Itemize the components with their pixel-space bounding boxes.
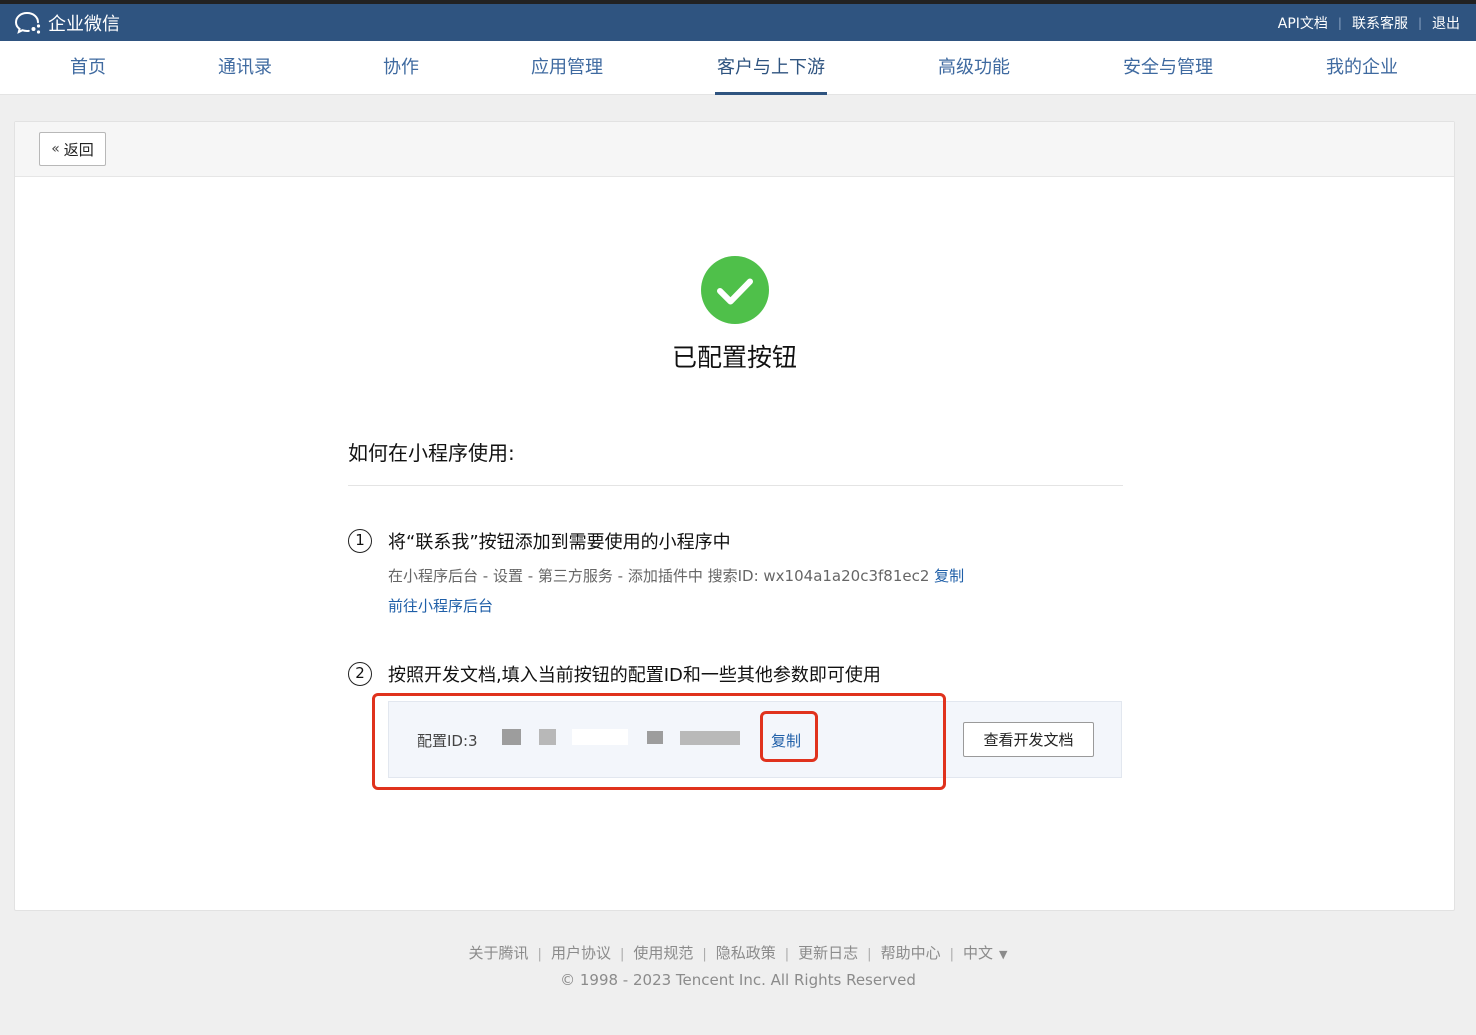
copy-appid-link[interactable]: 复制 [934,567,964,585]
nav-my-company[interactable]: 我的企业 [1326,41,1398,95]
separator: | [867,947,872,962]
top-bar: 企业微信 API文档 | 联系客服 | 退出 [0,0,1476,41]
annotation-box [372,693,946,790]
nav-customers[interactable]: 客户与上下游 [715,41,827,95]
footer-changelog[interactable]: 更新日志 [798,942,858,963]
howto-title: 如何在小程序使用: [348,441,515,465]
brand[interactable]: 企业微信 [14,10,120,36]
footer-links: 关于腾讯 | 用户协议 | 使用规范 | 隐私政策 | 更新日志 | 帮助中心 | 中文 ▼ [0,942,1476,963]
content-card: « 返回 已配置按钮 如何在小程序使用: 1 将“联系我”按钮添加到需要使用的小… [14,121,1455,911]
step1-desc: 在小程序后台 - 设置 - 第三方服务 - 添加插件中 搜索ID: wx104a… [388,565,964,586]
back-button[interactable]: « 返回 [39,132,106,166]
divider [348,485,1123,486]
footer-privacy[interactable]: 隐私政策 [716,942,776,963]
wecom-logo-icon [14,11,41,34]
separator: | [619,947,625,962]
nav-collaboration[interactable]: 协作 [383,41,419,95]
separator: | [784,947,790,962]
footer-usage-rules[interactable]: 使用规范 [633,942,693,963]
logout-link[interactable]: 退出 [1432,13,1460,33]
step-number-1: 1 [348,529,372,553]
nav-app-management[interactable]: 应用管理 [531,41,603,95]
api-docs-link[interactable]: API文档 [1278,13,1328,33]
nav-home[interactable]: 首页 [70,41,106,95]
top-links: API文档 | 联系客服 | 退出 [1278,13,1460,33]
language-label: 中文 [962,944,993,962]
card-header: « 返回 [15,122,1454,177]
nav-security[interactable]: 安全与管理 [1123,41,1213,95]
separator: | [537,947,542,962]
view-dev-docs-button[interactable]: 查看开发文档 [963,722,1094,757]
goto-miniprogram-link[interactable]: 前往小程序后台 [388,595,493,616]
main-nav: 首页 通讯录 协作 应用管理 客户与上下游 高级功能 安全与管理 我的企业 [0,41,1476,95]
back-label: 返回 [63,140,94,159]
step-number-2: 2 [348,662,372,686]
footer-help[interactable]: 帮助中心 [881,942,941,963]
contact-support-link[interactable]: 联系客服 [1352,13,1408,33]
double-chevron-left-icon: « [51,141,60,157]
footer-user-agreement[interactable]: 用户协议 [551,942,611,963]
brand-name: 企业微信 [48,13,120,35]
check-circle-icon [701,256,769,324]
step1-title: 将“联系我”按钮添加到需要使用的小程序中 [388,532,731,553]
nav-advanced[interactable]: 高级功能 [938,41,1010,95]
separator: | [949,947,954,962]
success-title: 已配置按钮 [671,343,797,372]
copyright: © 1998 - 2023 Tencent Inc. All Rights Re… [560,971,916,989]
caret-down-icon: ▼ [998,948,1008,961]
step2-title: 按照开发文档,填入当前按钮的配置ID和一些其他参数即可使用 [388,665,881,686]
separator: | [1417,15,1422,30]
language-select[interactable]: 中文 ▼ [963,942,1007,963]
nav-contacts[interactable]: 通讯录 [218,41,272,95]
step1-desc-text: 在小程序后台 - 设置 - 第三方服务 - 添加插件中 搜索ID: wx104a… [388,567,930,585]
footer-about[interactable]: 关于腾讯 [469,942,529,963]
separator: | [702,947,707,962]
separator: | [1337,15,1342,30]
